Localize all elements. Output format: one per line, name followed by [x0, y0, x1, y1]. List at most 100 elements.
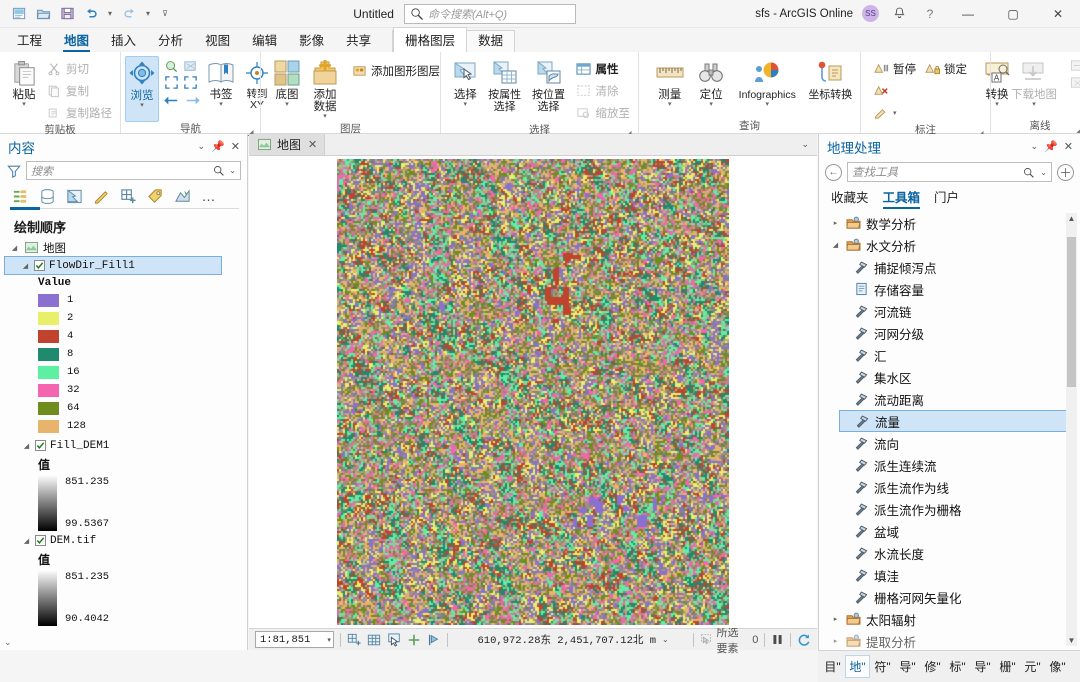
list-by-editing-icon[interactable] — [91, 186, 111, 206]
new-project-icon[interactable] — [8, 3, 30, 25]
open-project-icon[interactable] — [32, 3, 54, 25]
list-by-snapping-icon[interactable] — [118, 186, 138, 206]
select-dropdown-icon[interactable]: ▾ — [464, 101, 468, 108]
gp-tool-basin[interactable]: 盆域 — [819, 520, 1080, 542]
bottom-tab-catalog[interactable]: 目" — [820, 656, 845, 677]
copy-button[interactable]: 复制 — [42, 80, 116, 101]
contents-menu-icon[interactable]: ⌄ — [198, 141, 206, 152]
account-label[interactable]: sfs - ArcGIS Online — [755, 8, 853, 20]
command-search-input[interactable]: 命令搜索(Alt+Q) — [403, 3, 576, 24]
locate-button[interactable]: 定位 ▾ — [692, 56, 729, 110]
geoprocessing-close-icon[interactable]: ✕ — [1064, 140, 1073, 153]
tab-imagery[interactable]: 影像 — [288, 28, 335, 52]
fixed-zoom-in-icon[interactable] — [163, 58, 179, 74]
gp-toolset-hydrology[interactable]: ◢ 水文分析 — [819, 234, 1080, 256]
explore-dropdown-icon[interactable]: ▾ — [140, 102, 144, 109]
select-by-attributes-button[interactable]: 按属性选择 — [484, 56, 526, 115]
measure-dropdown-icon[interactable]: ▾ — [668, 101, 672, 108]
select-by-location-button[interactable]: 按位置选择 — [528, 56, 570, 115]
gp-tool-stream-order[interactable]: 河网分级 — [819, 322, 1080, 344]
scroll-up-icon[interactable]: ▲ — [1066, 213, 1077, 224]
bottom-tab-labeling[interactable]: 标" — [945, 656, 970, 677]
search-icon[interactable] — [1020, 164, 1036, 180]
map-canvas[interactable] — [249, 156, 817, 628]
gp-tool-stream-to-feature[interactable]: 栅格河网矢量化 — [819, 586, 1080, 608]
remove-offline-map-icon[interactable] — [1069, 75, 1080, 91]
layer-visibility-checkbox[interactable] — [35, 440, 46, 451]
layer-visibility-checkbox[interactable] — [34, 260, 45, 271]
explore-button[interactable]: 浏览 ▾ — [125, 56, 159, 122]
full-extent-corners-icon[interactable] — [182, 74, 198, 90]
map-tab-close-icon[interactable]: ✕ — [308, 138, 317, 151]
expand-triangle-icon[interactable]: ◢ — [22, 537, 31, 545]
list-by-diagrams-icon[interactable] — [172, 186, 192, 206]
tab-analysis[interactable]: 分析 — [147, 28, 194, 52]
contents-scroll-down-icon[interactable]: ⌄ — [4, 637, 12, 648]
undo-dropdown-icon[interactable]: ▾ — [104, 3, 116, 25]
tab-data[interactable]: 数据 — [467, 28, 514, 52]
bottom-tab-geoprocessing[interactable]: 地" — [845, 655, 870, 678]
add-data-button[interactable]: 添加数据 ▾ — [309, 56, 341, 122]
collapse-triangle-icon[interactable]: ◢ — [831, 241, 840, 249]
map-view-tab[interactable]: 地图 ✕ — [249, 134, 326, 155]
tab-edit[interactable]: 编辑 — [241, 28, 288, 52]
map-tabstrip-chevron-icon[interactable]: ⌄ — [801, 139, 817, 150]
gp-tool-derive-continuous-flow[interactable]: 派生连续流 — [819, 454, 1080, 476]
expand-triangle-icon[interactable]: ◢ — [22, 442, 31, 450]
toc-layer-dem-tif[interactable]: ◢ DEM.tif — [6, 532, 247, 549]
paste-button[interactable]: 粘贴 ▾ — [8, 56, 40, 110]
tab-portal[interactable]: 门户 — [934, 187, 959, 209]
coordinates-dropdown-icon[interactable]: ⌄ — [662, 635, 669, 644]
refresh-icon[interactable] — [797, 632, 811, 647]
attributes-button[interactable]: 属性 — [572, 58, 635, 79]
gp-tool-snap-pour-point[interactable]: 捕捉倾泻点 — [819, 256, 1080, 278]
close-button[interactable]: ✕ — [1040, 0, 1076, 28]
gp-tool-flow-length[interactable]: 水流长度 — [819, 542, 1080, 564]
gp-tool-flow-direction[interactable]: 流向 — [819, 432, 1080, 454]
expand-triangle-icon[interactable]: ◢ — [21, 262, 30, 270]
contents-close-icon[interactable]: ✕ — [231, 140, 240, 153]
label-edit-button[interactable]: ▾ — [869, 102, 971, 123]
list-by-selection-icon[interactable] — [64, 186, 84, 206]
gp-tool-derive-stream-as-line[interactable]: 派生流作为线 — [819, 476, 1080, 498]
basemap-dropdown-icon[interactable]: ▾ — [285, 101, 289, 108]
map-scale-dropdown-icon[interactable]: ▾ — [327, 636, 331, 644]
select-tool-icon[interactable] — [387, 632, 401, 647]
filter-icon[interactable] — [6, 163, 22, 179]
minimize-button[interactable]: — — [950, 0, 986, 28]
measure-button[interactable]: 测量 ▾ — [651, 56, 688, 110]
add-point-icon[interactable] — [407, 632, 421, 647]
undo-icon[interactable] — [80, 3, 102, 25]
gp-toolset-solar-radiation[interactable]: ▸ 太阳辐射 — [819, 608, 1080, 630]
label-edit-dropdown-icon[interactable]: ▾ — [893, 109, 897, 117]
gp-toolset-extraction[interactable]: ▸ 提取分析 — [819, 630, 1080, 650]
map-scale-combo[interactable]: 1:81,851 ▾ — [255, 631, 334, 648]
layer-visibility-checkbox[interactable] — [35, 535, 46, 546]
tab-insert[interactable]: 插入 — [100, 28, 147, 52]
next-extent-icon[interactable] — [185, 92, 201, 108]
geoprocessing-search-input[interactable]: 查找工具 ⌄ — [847, 162, 1052, 182]
save-project-icon[interactable] — [56, 3, 78, 25]
lock-labeling-button[interactable]: 锁定 — [920, 58, 971, 79]
clear-selection-button[interactable]: 清除 — [572, 80, 635, 101]
redo-dropdown-icon[interactable]: ▾ — [142, 3, 154, 25]
contents-search-dropdown-icon[interactable]: ⌄ — [229, 166, 236, 175]
coordinate-conversion-button[interactable]: 坐标转换 — [805, 56, 856, 103]
tab-map[interactable]: 地图 — [53, 28, 100, 52]
avatar[interactable]: SS — [862, 5, 879, 22]
infographics-dropdown-icon[interactable]: ▾ — [766, 101, 770, 108]
search-icon[interactable] — [210, 163, 226, 179]
toc-layer-fill-dem1[interactable]: ◢ Fill_DEM1 — [6, 437, 247, 454]
expand-triangle-icon[interactable]: ▸ — [831, 615, 840, 623]
gp-tool-fill[interactable]: 填洼 — [819, 564, 1080, 586]
bottom-tab-nav2[interactable]: 导" — [970, 656, 995, 677]
list-by-labeling-icon[interactable] — [145, 186, 165, 206]
grid-icon[interactable] — [367, 632, 381, 647]
copy-path-button[interactable]: 复制路径 — [42, 102, 116, 123]
select-button[interactable]: 选择 ▾ — [449, 56, 482, 110]
geoprocessing-pin-icon[interactable]: 📌 — [1044, 140, 1058, 153]
notifications-icon[interactable] — [888, 0, 910, 28]
previous-extent-icon[interactable] — [163, 92, 179, 108]
cut-button[interactable]: 剪切 — [42, 58, 116, 79]
download-map-button[interactable]: 下载地图 ▾ — [1001, 56, 1067, 110]
